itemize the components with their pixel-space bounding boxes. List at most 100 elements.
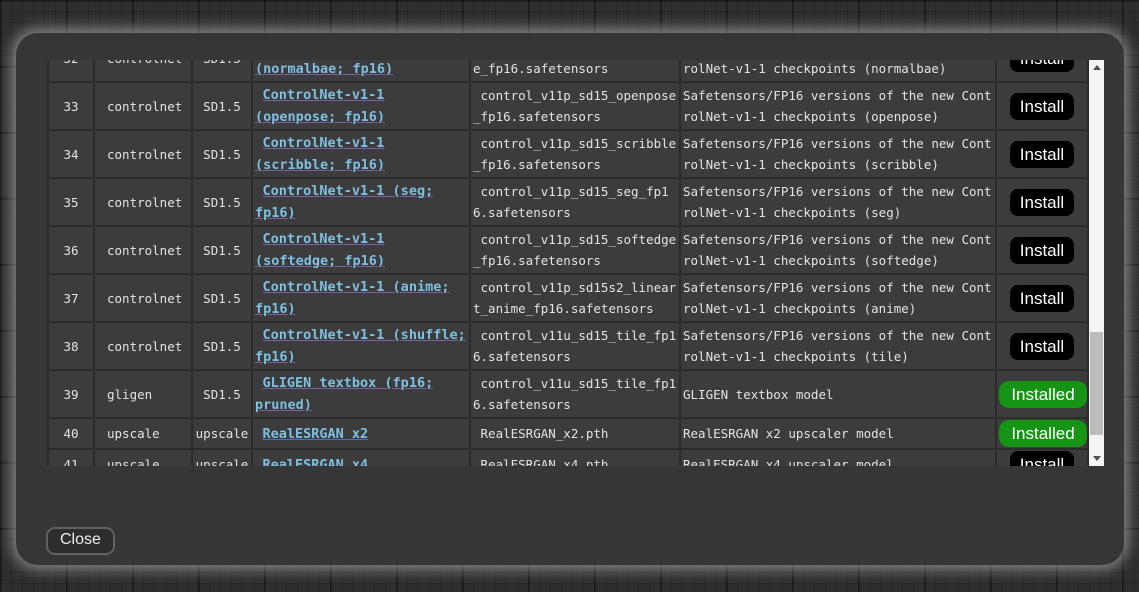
- table-row: 32 controlnet SD1.5 ControlNet-v1-1 (nor…: [49, 60, 1087, 81]
- model-description-cell: Safetensors/FP16 versions of the new Con…: [681, 275, 995, 321]
- table-row: 33 controlnet SD1.5 ControlNet-v1-1 (ope…: [49, 83, 1087, 129]
- table-row: 34 controlnet SD1.5 ControlNet-v1-1 (scr…: [49, 131, 1087, 177]
- model-filename-cell: control_v11u_sd15_tile_fp16.safetensors: [471, 323, 679, 369]
- model-name-cell: GLIGEN textbox (fp16; pruned): [253, 371, 469, 417]
- arrow-up-icon: [1093, 65, 1101, 70]
- model-action-cell: Install: [997, 323, 1087, 369]
- table-row: 36 controlnet SD1.5 ControlNet-v1-1 (sof…: [49, 227, 1087, 273]
- installed-badge[interactable]: Installed: [999, 420, 1087, 447]
- model-name-link[interactable]: ControlNet-v1-1 (openpose; fp16): [255, 87, 385, 125]
- model-filename-cell: control_v11p_sd15_normalbae_fp16.safeten…: [471, 60, 679, 81]
- model-filename-cell: control_v11p_sd15_openpose_fp16.safetens…: [471, 83, 679, 129]
- model-table-viewport: 32 controlnet SD1.5 ControlNet-v1-1 (nor…: [47, 60, 1089, 466]
- table-row: 39 gligen SD1.5 GLIGEN textbox (fp16; pr…: [49, 371, 1087, 417]
- model-base-cell: SD1.5: [193, 323, 251, 369]
- model-name-cell: ControlNet-v1-1 (scribble; fp16): [253, 131, 469, 177]
- table-row: 37 controlnet SD1.5 ControlNet-v1-1 (ani…: [49, 275, 1087, 321]
- close-button[interactable]: Close: [46, 527, 115, 555]
- model-filename-cell: RealESRGAN_x4.pth: [471, 450, 679, 466]
- installed-badge[interactable]: Installed: [999, 381, 1087, 408]
- model-table-scroll-area: 32 controlnet SD1.5 ControlNet-v1-1 (nor…: [47, 60, 1104, 466]
- install-button[interactable]: Install: [1010, 60, 1074, 72]
- scroll-up-button[interactable]: [1089, 60, 1104, 75]
- model-type-cell: controlnet: [95, 60, 191, 81]
- model-name-link[interactable]: ControlNet-v1-1 (anime; fp16): [255, 279, 449, 317]
- model-base-cell: SD1.5: [193, 371, 251, 417]
- model-base-cell: SD1.5: [193, 83, 251, 129]
- install-button[interactable]: Install: [1010, 237, 1074, 264]
- model-filename-cell: control_v11p_sd15_scribble_fp16.safetens…: [471, 131, 679, 177]
- model-name-link[interactable]: ControlNet-v1-1 (seg; fp16): [255, 183, 433, 221]
- model-id-cell: 35: [49, 179, 93, 225]
- model-description-cell: Safetensors/FP16 versions of the new Con…: [681, 227, 995, 273]
- model-type-cell: controlnet: [95, 131, 191, 177]
- model-id-cell: 37: [49, 275, 93, 321]
- install-button[interactable]: Install: [1010, 333, 1074, 360]
- install-models-dialog: 32 controlnet SD1.5 ControlNet-v1-1 (nor…: [16, 33, 1124, 565]
- model-action-cell: Install: [997, 450, 1087, 466]
- model-name-cell: ControlNet-v1-1 (softedge; fp16): [253, 227, 469, 273]
- model-id-cell: 32: [49, 60, 93, 81]
- model-name-cell: ControlNet-v1-1 (seg; fp16): [253, 179, 469, 225]
- install-button[interactable]: Install: [1010, 189, 1074, 216]
- install-button[interactable]: Install: [1010, 93, 1074, 120]
- model-action-cell: Install: [997, 60, 1087, 81]
- scrollbar-thumb[interactable]: [1090, 332, 1103, 435]
- model-name-cell: ControlNet-v1-1 (shuffle; fp16): [253, 323, 469, 369]
- table-row: 35 controlnet SD1.5 ControlNet-v1-1 (seg…: [49, 179, 1087, 225]
- model-name-link[interactable]: ControlNet-v1-1 (softedge; fp16): [255, 231, 385, 269]
- model-type-cell: controlnet: [95, 83, 191, 129]
- model-base-cell: upscale: [193, 450, 251, 466]
- model-id-cell: 34: [49, 131, 93, 177]
- model-id-cell: 38: [49, 323, 93, 369]
- table-row: 41 upscale upscale RealESRGAN x4 RealESR…: [49, 450, 1087, 466]
- model-name-cell: ControlNet-v1-1 (normalbae; fp16): [253, 60, 469, 81]
- canvas-background: { "dialog": { "close_label": "Close" }, …: [0, 0, 1139, 592]
- model-base-cell: SD1.5: [193, 60, 251, 81]
- model-base-cell: SD1.5: [193, 131, 251, 177]
- model-name-link[interactable]: ControlNet-v1-1 (scribble; fp16): [255, 135, 385, 173]
- model-description-cell: Safetensors/FP16 versions of the new Con…: [681, 83, 995, 129]
- model-description-cell: Safetensors/FP16 versions of the new Con…: [681, 179, 995, 225]
- model-filename-cell: control_v11p_sd15_seg_fp16.safetensors: [471, 179, 679, 225]
- model-name-link[interactable]: ControlNet-v1-1 (normalbae; fp16): [255, 60, 393, 77]
- model-type-cell: upscale: [95, 450, 191, 466]
- model-name-link[interactable]: RealESRGAN x2: [263, 426, 369, 442]
- model-name-cell: RealESRGAN x4: [253, 450, 469, 466]
- model-name-link[interactable]: ControlNet-v1-1 (shuffle; fp16): [255, 327, 466, 365]
- model-description-cell: GLIGEN textbox model: [681, 371, 995, 417]
- install-button[interactable]: Install: [1010, 451, 1074, 466]
- model-id-cell: 41: [49, 450, 93, 466]
- model-name-cell: ControlNet-v1-1 (openpose; fp16): [253, 83, 469, 129]
- model-action-cell: Install: [997, 275, 1087, 321]
- model-base-cell: SD1.5: [193, 275, 251, 321]
- model-base-cell: upscale: [193, 419, 251, 448]
- table-row: 40 upscale upscale RealESRGAN x2 RealESR…: [49, 419, 1087, 448]
- model-name-link[interactable]: RealESRGAN x4: [263, 457, 369, 467]
- model-base-cell: SD1.5: [193, 227, 251, 273]
- model-type-cell: controlnet: [95, 227, 191, 273]
- model-action-cell: Installed: [997, 419, 1087, 448]
- model-action-cell: Install: [997, 83, 1087, 129]
- model-id-cell: 39: [49, 371, 93, 417]
- install-button[interactable]: Install: [1010, 285, 1074, 312]
- model-action-cell: Install: [997, 227, 1087, 273]
- model-id-cell: 36: [49, 227, 93, 273]
- scroll-down-button[interactable]: [1089, 451, 1104, 466]
- vertical-scrollbar[interactable]: [1089, 60, 1104, 466]
- model-type-cell: controlnet: [95, 323, 191, 369]
- model-type-cell: upscale: [95, 419, 191, 448]
- install-button[interactable]: Install: [1010, 141, 1074, 168]
- model-filename-cell: control_v11p_sd15_softedge_fp16.safetens…: [471, 227, 679, 273]
- model-description-cell: RealESRGAN x4 upscaler model: [681, 450, 995, 466]
- model-type-cell: gligen: [95, 371, 191, 417]
- model-name-cell: ControlNet-v1-1 (anime; fp16): [253, 275, 469, 321]
- model-description-cell: Safetensors/FP16 versions of the new Con…: [681, 60, 995, 81]
- model-filename-cell: RealESRGAN_x2.pth: [471, 419, 679, 448]
- model-description-cell: Safetensors/FP16 versions of the new Con…: [681, 323, 995, 369]
- table-row: 38 controlnet SD1.5 ControlNet-v1-1 (shu…: [49, 323, 1087, 369]
- model-name-link[interactable]: GLIGEN textbox (fp16; pruned): [255, 375, 433, 413]
- model-type-cell: controlnet: [95, 179, 191, 225]
- model-filename-cell: control_v11u_sd15_tile_fp16.safetensors: [471, 371, 679, 417]
- model-action-cell: Installed: [997, 371, 1087, 417]
